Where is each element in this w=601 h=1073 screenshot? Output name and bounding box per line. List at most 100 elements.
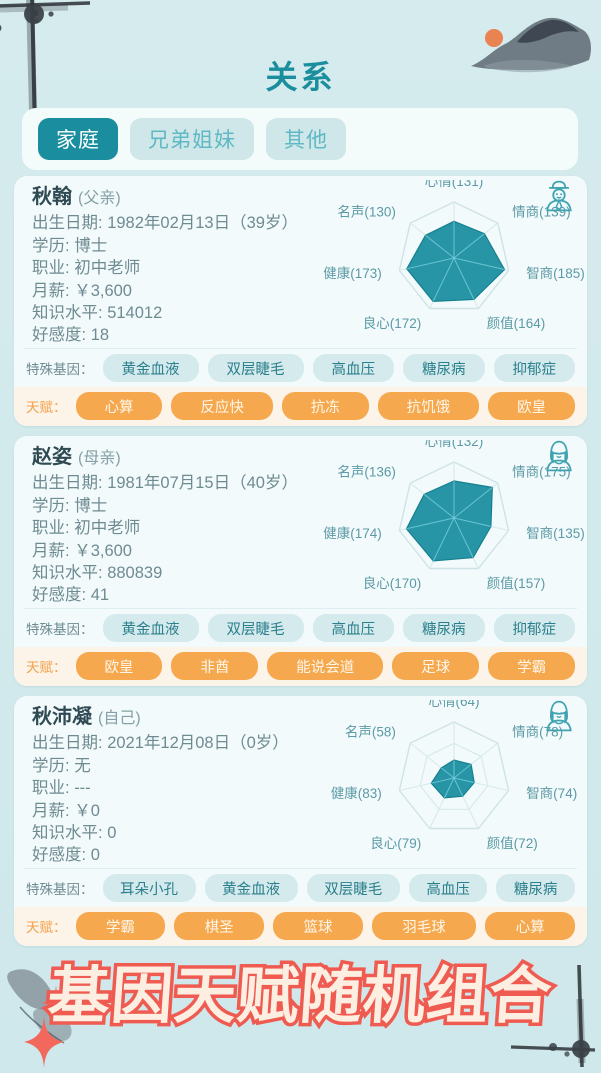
gene-row-label: 特殊基因：	[26, 622, 94, 637]
gene-tag[interactable]: 双层睫毛	[306, 874, 400, 902]
person-education-row: 学历: 博士	[32, 495, 332, 517]
talent-tag[interactable]: 篮球	[273, 912, 363, 940]
gene-tag-row: 特殊基因： 黄金血液 双层睫毛 高血压 糖尿病 抑郁症	[14, 609, 587, 647]
label-education: 学历:	[32, 236, 70, 255]
svg-text:名声(130): 名声(130)	[337, 205, 396, 220]
talent-tag[interactable]: 欧皇	[488, 392, 576, 420]
talent-tag[interactable]: 心算	[75, 392, 163, 420]
label-salary: 月薪:	[32, 281, 70, 300]
female-avatar-icon	[546, 440, 572, 472]
label-education: 学历:	[32, 496, 70, 515]
talent-tag[interactable]: 抗冻	[281, 392, 369, 420]
svg-text:良心(79): 良心(79)	[370, 836, 421, 851]
person-card[interactable]: 秋翰 (父亲) 出生日期: 1982年02月13日（39岁） 学历: 博士 职业:…	[14, 176, 587, 426]
gene-tag[interactable]: 糖尿病	[496, 874, 575, 902]
value-birth: 1982年02月13日（39岁）	[107, 214, 298, 233]
talent-tag[interactable]: 抗饥饿	[377, 392, 480, 420]
person-salary-row: 月薪: ￥3,600	[32, 280, 332, 302]
avatar	[541, 698, 577, 732]
promo-banner-text: 基因天赋随机组合	[42, 956, 558, 1036]
person-name: 赵姿	[32, 446, 72, 468]
person-card[interactable]: 赵姿 (母亲) 出生日期: 1981年07月15日（40岁） 学历: 博士 职业:…	[14, 436, 587, 686]
gene-tag[interactable]: 糖尿病	[403, 354, 485, 382]
person-name: 秋翰	[32, 186, 72, 208]
value-favor: 18	[90, 326, 110, 345]
talent-tag[interactable]: 能说会道	[267, 652, 384, 680]
label-education: 学历:	[32, 756, 70, 775]
gene-tag[interactable]: 抑郁症	[493, 614, 575, 642]
svg-text:颜值(72): 颜值(72)	[487, 836, 538, 851]
talent-tag-row: 天赋： 心算 反应快 抗冻 抗饥饿 欧皇	[14, 387, 587, 426]
value-job: 初中老师	[74, 259, 141, 278]
gene-tag[interactable]: 糖尿病	[403, 614, 485, 642]
value-favor: 41	[90, 586, 110, 605]
gene-tag[interactable]: 黄金血液	[102, 614, 199, 642]
value-birth: 1981年07月15日（40岁）	[107, 474, 298, 493]
person-name-line: 秋翰 (父亲)	[32, 186, 332, 210]
avatar	[541, 178, 577, 212]
person-card-top: 赵姿 (母亲) 出生日期: 1981年07月15日（40岁） 学历: 博士 职业:…	[14, 436, 587, 608]
gene-tag[interactable]: 高血压	[312, 354, 394, 382]
person-favor-row: 好感度: 0	[32, 844, 332, 866]
value-knowledge: 514012	[107, 304, 163, 323]
talent-tag-row: 天赋： 学霸 棋圣 篮球 羽毛球 心算	[14, 907, 587, 946]
svg-text:智商(74): 智商(74)	[526, 786, 577, 801]
talent-tag[interactable]: 羽毛球	[371, 912, 477, 940]
gene-row-label: 特殊基因：	[26, 882, 94, 897]
avatar	[541, 438, 577, 472]
svg-text:颜值(164): 颜值(164)	[487, 316, 546, 331]
tab-0[interactable]: 家庭	[38, 118, 118, 160]
value-education: 博士	[74, 496, 108, 515]
talent-tag[interactable]: 心算	[485, 912, 575, 940]
svg-text:良心(170): 良心(170)	[363, 576, 422, 591]
label-birth: 出生日期:	[32, 474, 103, 493]
talent-tag[interactable]: 学霸	[75, 912, 166, 940]
gene-row-label: 特殊基因：	[26, 362, 94, 377]
label-knowledge: 知识水平:	[32, 564, 103, 583]
gene-tag[interactable]: 高血压	[312, 614, 394, 642]
talent-tag[interactable]: 非酋	[171, 652, 259, 680]
person-birth-row: 出生日期: 2021年12月08日（0岁）	[32, 732, 332, 754]
tab-2[interactable]: 其他	[266, 118, 346, 160]
tab-bar: 家庭 兄弟姐妹 其他	[22, 108, 578, 170]
talent-tag[interactable]: 学霸	[488, 652, 576, 680]
talent-tag-row: 天赋： 欧皇 非酋 能说会道 足球 学霸	[14, 647, 587, 686]
value-job: ---	[74, 779, 91, 798]
value-salary: ￥3,600	[74, 541, 132, 560]
label-job: 职业:	[32, 519, 70, 538]
person-card[interactable]: 秋沛凝 (自己) 出生日期: 2021年12月08日（0岁） 学历: 无 职业: …	[14, 696, 587, 946]
person-favor-row: 好感度: 41	[32, 584, 332, 606]
label-salary: 月薪:	[32, 801, 70, 820]
label-knowledge: 知识水平:	[32, 304, 103, 323]
person-relation: (自己)	[98, 710, 141, 727]
person-favor-row: 好感度: 18	[32, 324, 332, 346]
person-name: 秋沛凝	[32, 706, 92, 728]
value-salary: ￥0	[74, 801, 100, 820]
gene-tag[interactable]: 黄金血液	[102, 354, 199, 382]
talent-tag[interactable]: 棋圣	[174, 912, 265, 940]
talent-tag[interactable]: 反应快	[171, 392, 273, 420]
svg-text:心情(131): 心情(131)	[425, 180, 484, 189]
value-birth: 2021年12月08日（0岁）	[107, 734, 289, 753]
talent-tag[interactable]: 欧皇	[75, 652, 163, 680]
gene-tag[interactable]: 双层睫毛	[207, 614, 304, 642]
value-education: 无	[74, 756, 91, 775]
gene-tag[interactable]: 耳朵小孔	[102, 874, 196, 902]
female-avatar-icon	[546, 700, 572, 732]
label-favor: 好感度:	[32, 586, 87, 605]
talent-tag[interactable]: 足球	[392, 652, 480, 680]
gene-tag[interactable]: 黄金血液	[204, 874, 298, 902]
person-salary-row: 月薪: ￥0	[32, 800, 332, 822]
svg-text:名声(136): 名声(136)	[337, 465, 396, 480]
label-knowledge: 知识水平:	[32, 824, 103, 843]
gene-tag[interactable]: 高血压	[408, 874, 488, 902]
value-favor: 0	[90, 846, 100, 865]
gene-tag[interactable]: 抑郁症	[493, 354, 575, 382]
value-job: 初中老师	[74, 519, 141, 538]
gene-tag[interactable]: 双层睫毛	[207, 354, 304, 382]
person-info: 秋翰 (父亲) 出生日期: 1982年02月13日（39岁） 学历: 博士 职业:…	[32, 186, 332, 347]
label-favor: 好感度:	[32, 326, 87, 345]
tab-1[interactable]: 兄弟姐妹	[130, 118, 254, 160]
person-card-top: 秋翰 (父亲) 出生日期: 1982年02月13日（39岁） 学历: 博士 职业:…	[14, 176, 587, 348]
person-name-line: 赵姿 (母亲)	[32, 446, 332, 470]
